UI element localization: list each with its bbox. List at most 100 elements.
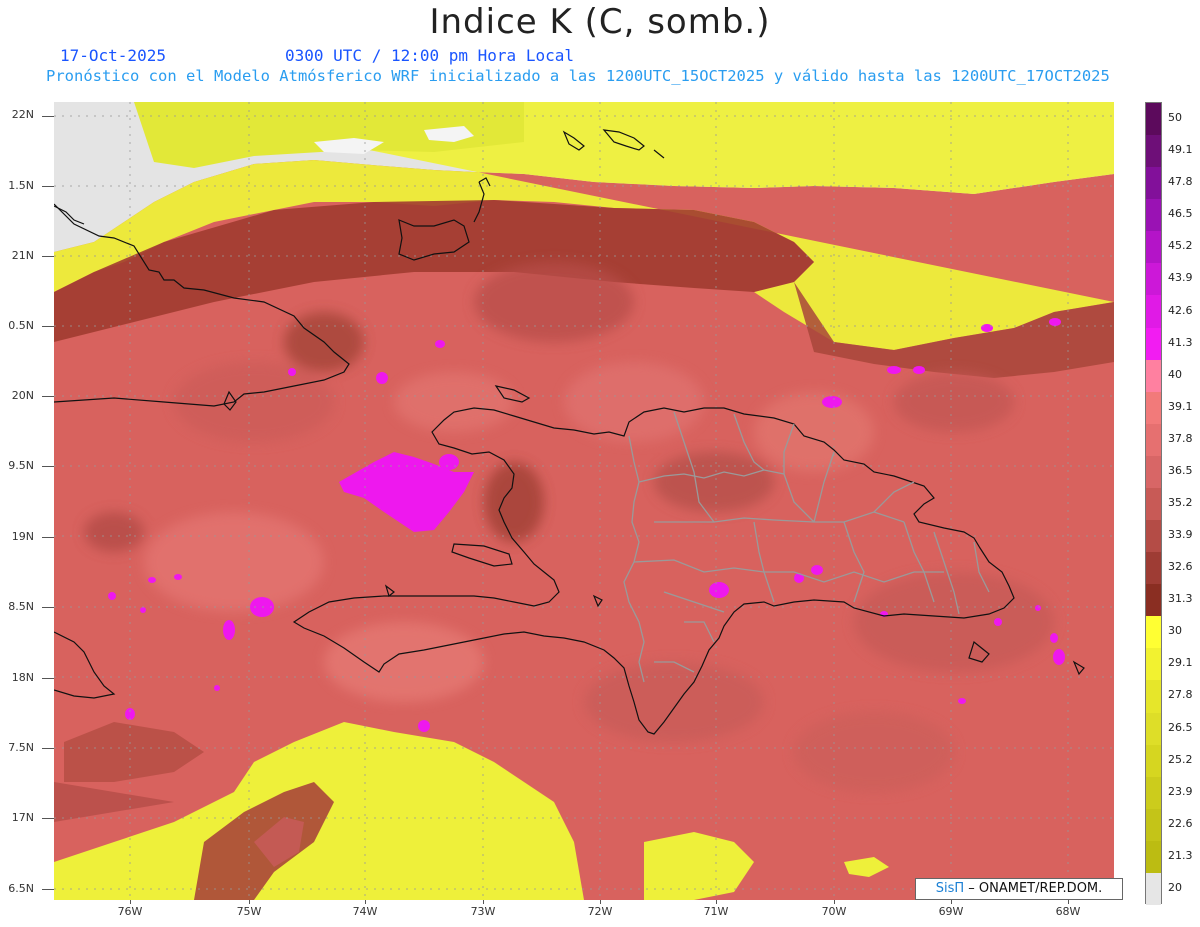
lat-tick: [42, 256, 54, 257]
lat-label: 19N: [11, 530, 34, 543]
lat-tick: [42, 607, 54, 608]
colorbar-segment: [1146, 327, 1161, 361]
colorbar-label: 29.1: [1168, 656, 1193, 670]
colorbar-label: 41.3: [1168, 335, 1193, 349]
lon-tick: [951, 900, 952, 904]
colorbar-segment: [1146, 231, 1161, 264]
lat-label: 1.5N: [8, 179, 34, 192]
credit-brand: SisΠ: [935, 881, 965, 896]
map-area: [53, 102, 1114, 900]
colorbar-segment: [1146, 744, 1161, 778]
lon-tick: [130, 900, 131, 904]
colorbar-label: 36.5: [1168, 463, 1193, 477]
lat-label: 6.5N: [8, 882, 34, 895]
colorbar-segment: [1146, 552, 1161, 585]
lat-tick: [42, 678, 54, 679]
lat-tick: [42, 116, 54, 117]
lon-tick: [483, 900, 484, 904]
lon-label: 74W: [352, 905, 378, 918]
lon-tick: [365, 900, 366, 904]
colorbar-segment: [1146, 776, 1161, 810]
colorbar-label: 39.1: [1168, 399, 1193, 413]
colorbar-label: 49.1: [1168, 143, 1193, 157]
lat-label: 21N: [11, 249, 34, 262]
lat-label: 8.5N: [8, 600, 34, 613]
credit-text: – ONAMET/REP.DOM.: [964, 881, 1103, 896]
colorbar-label: 31.3: [1168, 592, 1193, 606]
colorbar-segment: [1146, 712, 1161, 746]
colorbar-label: 21.3: [1168, 848, 1193, 862]
colorbar-segment: [1146, 359, 1161, 393]
lat-tick: [42, 889, 54, 890]
lat-tick: [42, 818, 54, 819]
colorbar-label: 27.8: [1168, 688, 1193, 702]
lat-label: 7.5N: [8, 741, 34, 754]
colorbar-segment: [1146, 423, 1161, 457]
credit-box: SisΠ – ONAMET/REP.DOM.: [915, 878, 1123, 900]
colorbar-segment: [1146, 135, 1161, 168]
map-title: Indice K (C, somb.): [429, 2, 771, 42]
colorbar-label: 23.9: [1168, 784, 1193, 798]
colorbar-segment: [1146, 584, 1161, 617]
colorbar-segment: [1146, 391, 1161, 425]
colorbar-label: 43.9: [1168, 271, 1193, 285]
colorbar-label: 32.6: [1168, 560, 1193, 574]
lat-label: 20N: [11, 389, 34, 402]
lat-tick: [42, 748, 54, 749]
forecast-time: 0300 UTC / 12:00 pm Hora Local: [285, 46, 574, 65]
colorbar-label: 47.8: [1168, 175, 1193, 189]
colorbar-label: 33.9: [1168, 528, 1193, 542]
lon-label: 69W: [938, 905, 964, 918]
colorbar-label: 30: [1168, 624, 1182, 638]
lat-label: 0.5N: [8, 319, 34, 332]
lon-label: 73W: [470, 905, 496, 918]
lon-tick: [834, 900, 835, 904]
lon-label: 71W: [703, 905, 729, 918]
colorbar-segment: [1146, 808, 1161, 842]
colorbar-segment: [1146, 680, 1161, 714]
lat-label: 9.5N: [8, 459, 34, 472]
lat-tick: [42, 186, 54, 187]
colorbar-segment: [1146, 455, 1161, 489]
colorbar-label: 22.6: [1168, 816, 1193, 830]
colorbar-label: 46.5: [1168, 207, 1193, 221]
colorbar-label: 42.6: [1168, 303, 1193, 317]
colorbar-label: 26.5: [1168, 720, 1193, 734]
lat-tick: [42, 396, 54, 397]
colorbar-label: 40: [1168, 367, 1182, 381]
colorbar-label: 37.8: [1168, 431, 1193, 445]
lon-tick: [716, 900, 717, 904]
forecast-description: Pronóstico con el Modelo Atmósferico WRF…: [46, 67, 1110, 85]
colorbar-label: 25.2: [1168, 752, 1193, 766]
colorbar-segment: [1146, 520, 1161, 553]
colorbar-segment: [1146, 648, 1161, 681]
colorbar-segment: [1146, 263, 1161, 296]
lon-label: 76W: [117, 905, 143, 918]
lon-label: 70W: [821, 905, 847, 918]
lon-label: 72W: [587, 905, 613, 918]
colorbar-segment: [1146, 167, 1161, 200]
colorbar-label: 20: [1168, 880, 1182, 894]
colorbar-segment: [1146, 487, 1161, 521]
colorbar-segment: [1146, 295, 1161, 329]
k-index-map: [53, 102, 1114, 900]
lon-tick: [600, 900, 601, 904]
colorbar-label: 45.2: [1168, 239, 1193, 253]
lat-tick: [42, 466, 54, 467]
lon-label: 75W: [236, 905, 262, 918]
lat-label: 22N: [11, 108, 34, 121]
colorbar-segment: [1146, 872, 1161, 906]
colorbar-segment: [1146, 840, 1161, 874]
colorbar-segment: [1146, 616, 1161, 649]
lat-tick: [42, 537, 54, 538]
colorbar: [1145, 102, 1162, 906]
lat-tick: [42, 326, 54, 327]
colorbar-label: 50: [1168, 111, 1182, 125]
lon-tick: [1068, 900, 1069, 904]
colorbar-label: 35.2: [1168, 496, 1193, 509]
lon-label: 68W: [1055, 905, 1081, 918]
lat-label: 18N: [11, 671, 34, 684]
forecast-date: 17-Oct-2025: [60, 46, 166, 65]
colorbar-segment: [1146, 199, 1161, 232]
lat-label: 17N: [11, 811, 34, 824]
